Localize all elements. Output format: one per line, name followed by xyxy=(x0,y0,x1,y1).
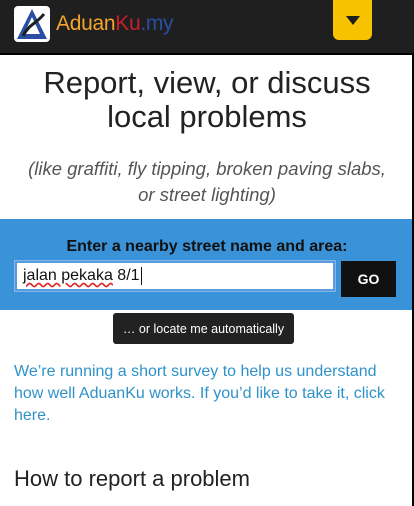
logo-text-ku: Ku xyxy=(115,12,141,35)
search-input-text: 8/1 xyxy=(112,267,140,284)
site-logo[interactable]: AduanKu.my xyxy=(14,6,174,42)
survey-link[interactable]: We’re running a short survey to help us … xyxy=(14,361,400,427)
search-input-misspelled-text: jalan pekaka xyxy=(23,267,113,284)
search-section: Enter a nearby street name and area: jal… xyxy=(0,219,414,310)
page-subtitle-line-2: or street lighting) xyxy=(138,184,276,205)
logo-mark-icon xyxy=(14,6,50,42)
locate-me-button[interactable]: … or locate me automatically xyxy=(113,313,294,344)
logo-text-domain: .my xyxy=(140,12,174,35)
go-button[interactable]: GO xyxy=(341,261,396,297)
page-title-line-1: Report, view, or discuss xyxy=(43,65,371,100)
text-caret xyxy=(140,267,142,285)
menu-toggle-button[interactable] xyxy=(333,0,372,40)
page-subtitle: (like graffiti, fly tipping, broken pavi… xyxy=(0,156,414,208)
survey-text-line-3: here. xyxy=(14,407,51,424)
search-label: Enter a nearby street name and area: xyxy=(66,238,348,255)
site-header: AduanKu.my xyxy=(0,0,414,55)
chevron-down-icon xyxy=(345,15,360,25)
page-subtitle-line-1: (like graffiti, fly tipping, broken pavi… xyxy=(28,158,386,179)
page-title-line-2: local problems xyxy=(107,99,307,134)
how-to-heading: How to report a problem xyxy=(14,466,250,491)
survey-text-line-2: how well AduanKu works. If you’d like to… xyxy=(14,385,385,402)
logo-wordmark: AduanKu.my xyxy=(56,6,174,42)
logo-text-aduan: Aduan xyxy=(56,12,116,35)
page-title: Report, view, or discuss local problems xyxy=(0,66,414,134)
survey-text-line-1: We’re running a short survey to help us … xyxy=(14,363,377,380)
search-input[interactable]: jalan pekaka 8/1 xyxy=(15,261,335,291)
